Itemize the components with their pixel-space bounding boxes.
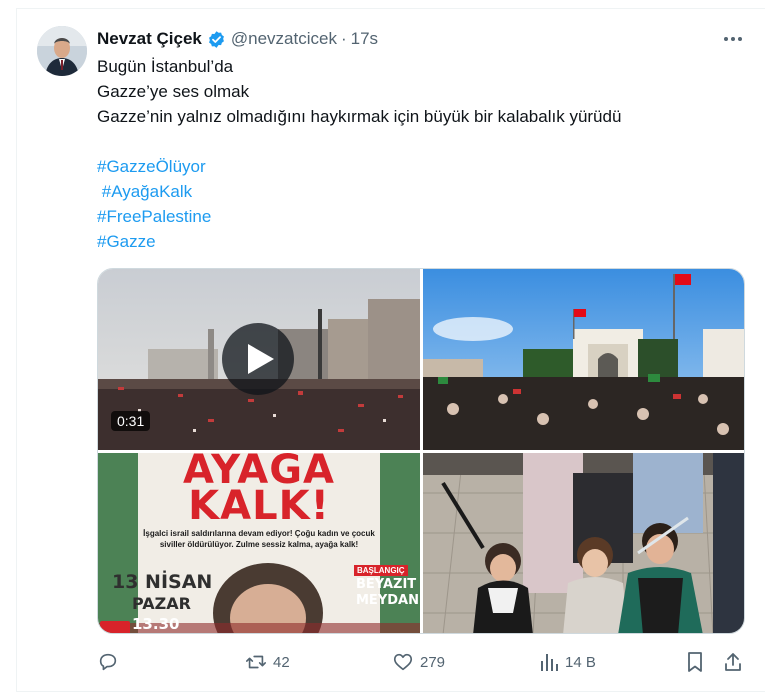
poster-start-label: BAŞLANGIÇ [354,565,408,576]
share-icon [725,653,741,671]
tweet-text: Bugün İstanbul’da Gazze’ye ses olmak Gaz… [97,54,737,254]
poster-time: 13.30 [132,615,180,633]
poster-image[interactable]: AYAĞA KALK! İşgalci israil saldırılarına… [98,453,420,633]
verified-badge-icon [207,30,226,49]
poster-subtitle: İşgalci israil saldırılarına devam ediyo… [143,529,375,538]
hashtag-link[interactable]: #FreePalestine [97,207,211,226]
author-handle[interactable]: @nevzatcicek [231,29,337,49]
hashtag-link[interactable]: #GazzeÖlüyor [97,157,206,176]
retweet-icon [246,655,266,669]
photo-children[interactable] [423,453,744,633]
media-grid: 0:31 AYAĞA KALK! İşgalci israil saldırıl… [97,268,745,634]
separator-dot: · [340,29,347,48]
play-icon[interactable] [222,323,294,395]
hashtag-link[interactable]: #Gazze [97,232,156,251]
like-icon [393,653,413,671]
video-duration: 0:31 [111,411,151,431]
photo-square[interactable] [423,269,744,450]
retweet-button[interactable]: 42 [245,650,290,674]
retweet-count: 42 [273,653,290,671]
views-icon [541,654,558,671]
timestamp[interactable]: 17s [351,29,378,49]
tweet-line: Bugün İstanbul’da [97,57,234,76]
action-bar: 42 279 14 B [97,650,745,674]
reply-icon [99,653,117,671]
poster-headline: KALK! [188,483,330,529]
share-button[interactable] [723,650,749,674]
more-icon[interactable] [722,30,744,48]
tweet-header: Nevzat Çiçek @nevzatcicek · 17s [97,28,378,50]
tweet-line: Gazze’ye ses olmak [97,82,250,101]
hashtag-link[interactable]: #AyağaKalk [102,182,192,201]
avatar[interactable] [37,26,87,76]
like-count: 279 [420,653,446,671]
poster-place: MEYDANI [356,593,420,608]
reply-button[interactable] [97,650,125,674]
author-name[interactable]: Nevzat Çiçek [97,29,202,49]
video-thumbnail[interactable]: 0:31 [98,269,420,450]
bookmark-icon [688,652,702,672]
poster-subtitle: siviller öldürülüyor. Zulme sessiz kalma… [159,540,359,549]
views-button[interactable]: 14 B [539,650,596,674]
views-count: 14 B [565,653,596,671]
like-button[interactable]: 279 [392,650,445,674]
bookmark-button[interactable] [685,650,711,674]
poster-date: 13 NİSAN [112,571,213,593]
tweet-line: Gazze’nin yalnız olmadığını haykırmak iç… [97,107,622,126]
poster-day: PAZAR [132,594,191,613]
poster-place: BEYAZIT [356,577,417,592]
